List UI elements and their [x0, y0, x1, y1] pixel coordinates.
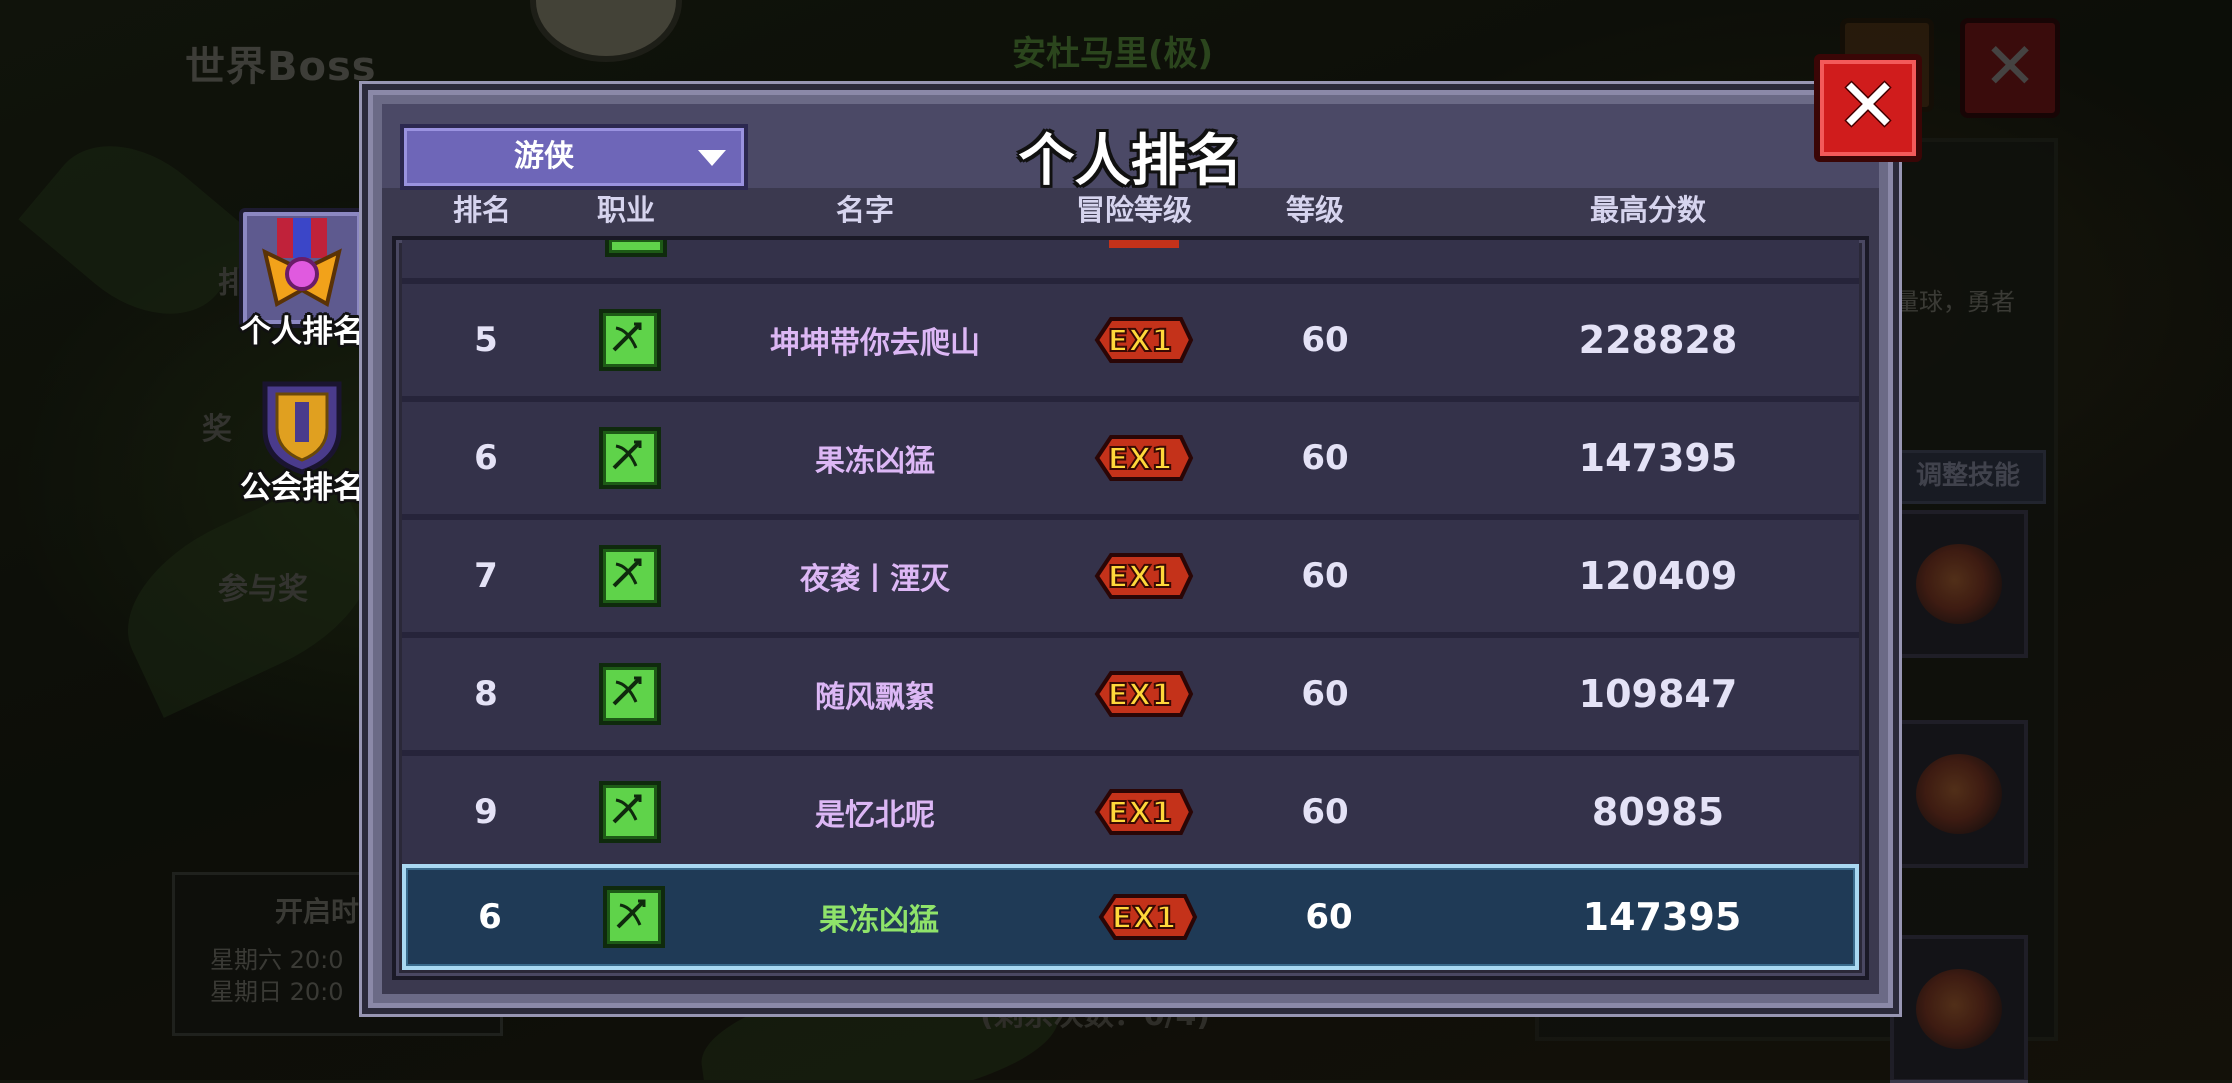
player-name-cell: 果冻凶猛 — [815, 444, 935, 479]
col-header-rank: 排名 — [452, 193, 512, 227]
ex-badge-text: EX1 — [1108, 678, 1173, 713]
table-row[interactable]: 8 随风飘絮 EX1 60 109847 — [402, 638, 1859, 756]
adventure-badge-cell: EX1 — [1093, 520, 1195, 632]
col-header-adventure-level: 冒险等级 — [1075, 193, 1193, 227]
adventure-badge-cell: EX1 — [1093, 402, 1195, 514]
class-cell — [599, 284, 661, 396]
player-name-cell: 夜袭丨湮灭 — [800, 562, 950, 597]
score-cell: 109847 — [1578, 672, 1738, 716]
close-icon: ✕ — [1836, 63, 1899, 149]
col-header-class: 职业 — [596, 193, 656, 227]
rank-cell: 7 — [474, 556, 498, 596]
ranking-list[interactable]: 5 坤坤带你去爬山 EX1 60 228828 6 果冻凶猛 EX1 60 147395 7 夜袭丨湮… — [392, 236, 1869, 980]
col-header-level: 等级 — [1285, 193, 1345, 227]
class-cell — [599, 402, 661, 514]
adventure-badge-cell — [1109, 240, 1179, 278]
tab-label: 公会排名 — [240, 470, 364, 506]
table-row[interactable]: 9 是忆北呢 EX1 60 80985 — [402, 756, 1859, 874]
rank-cell: 6 — [478, 897, 502, 937]
class-cell — [603, 868, 665, 966]
score-cell: 228828 — [1578, 318, 1738, 362]
ex-badge-text: EX1 — [1108, 796, 1173, 831]
adventure-badge-cell: EX1 — [1093, 756, 1195, 868]
ex-badge-icon: EX1 — [1097, 890, 1199, 944]
score-cell: 147395 — [1578, 436, 1738, 480]
ex-badge-icon: EX1 — [1093, 549, 1195, 603]
tab-personal-ranking[interactable]: 个人排名 — [238, 208, 366, 351]
score-cell: 120409 — [1578, 554, 1738, 598]
ex-badge-text: EX1 — [1112, 901, 1177, 936]
rank-cell: 8 — [474, 674, 498, 714]
panel-title: 个人排名 — [1018, 129, 1243, 194]
rank-cell: 9 — [474, 792, 498, 832]
player-name-cell: 果冻凶猛 — [819, 903, 939, 938]
player-name-cell: 是忆北呢 — [815, 798, 935, 833]
level-cell: 60 — [1305, 897, 1353, 937]
table-row[interactable]: 5 坤坤带你去爬山 EX1 60 228828 — [402, 284, 1859, 402]
player-name-cell: 坤坤带你去爬山 — [770, 326, 980, 361]
ex-badge-text: EX1 — [1108, 324, 1173, 359]
class-cell — [605, 240, 667, 278]
ex-badge-icon: EX1 — [1093, 667, 1195, 721]
ranking-panel-inner: 游侠 个人排名 排名 职业 名字 冒险等级 等级 最高分数 5 坤坤带你去爬山 EX… — [382, 104, 1879, 994]
col-header-name: 名字 — [835, 193, 895, 227]
level-cell: 60 — [1301, 320, 1349, 360]
col-header-high-score: 最高分数 — [1589, 193, 1707, 227]
ranking-panel: 游侠 个人排名 排名 职业 名字 冒险等级 等级 最高分数 5 坤坤带你去爬山 EX… — [362, 84, 1899, 1014]
bow-icon — [603, 886, 665, 948]
tab-guild-ranking[interactable]: 公会排名 — [238, 372, 366, 507]
ex-badge-icon: EX1 — [1093, 431, 1195, 485]
bow-icon — [599, 781, 661, 843]
close-button[interactable]: ✕ — [1814, 54, 1922, 162]
table-row[interactable]: 6 果冻凶猛 EX1 60 147395 — [402, 402, 1859, 520]
adventure-badge-cell: EX1 — [1093, 638, 1195, 750]
ex-badge-icon: EX1 — [1093, 313, 1195, 367]
score-cell: 147395 — [1582, 895, 1742, 939]
column-headers: 排名 职业 名字 冒险等级 等级 最高分数 — [382, 188, 1879, 232]
class-cell — [599, 638, 661, 750]
adventure-badge-cell: EX1 — [1093, 284, 1195, 396]
ex-badge-icon: EX1 — [1093, 785, 1195, 839]
class-cell — [599, 520, 661, 632]
my-ranking-row: 6 果冻凶猛 EX1 60 147395 — [402, 864, 1859, 970]
bow-icon — [599, 663, 661, 725]
tab-label: 个人排名 — [240, 314, 364, 350]
adventure-badge-cell: EX1 — [1097, 868, 1199, 966]
table-row[interactable]: 7 夜袭丨湮灭 EX1 60 120409 — [402, 520, 1859, 638]
bow-icon — [599, 309, 661, 371]
bow-icon — [599, 427, 661, 489]
bow-icon — [599, 545, 661, 607]
level-cell: 60 — [1301, 438, 1349, 478]
class-cell — [599, 756, 661, 868]
ex-badge-text: EX1 — [1108, 442, 1173, 477]
bow-icon — [605, 240, 667, 257]
level-cell: 60 — [1301, 556, 1349, 596]
level-cell: 60 — [1301, 792, 1349, 832]
rank-cell: 5 — [474, 320, 498, 360]
player-name-cell: 随风飘絮 — [815, 680, 935, 715]
ex-badge-text: EX1 — [1108, 560, 1173, 595]
level-cell: 60 — [1301, 674, 1349, 714]
score-cell: 80985 — [1591, 790, 1725, 834]
ex-badge-icon — [1109, 240, 1179, 248]
table-row-partial — [402, 240, 1859, 284]
rank-cell: 6 — [474, 438, 498, 478]
